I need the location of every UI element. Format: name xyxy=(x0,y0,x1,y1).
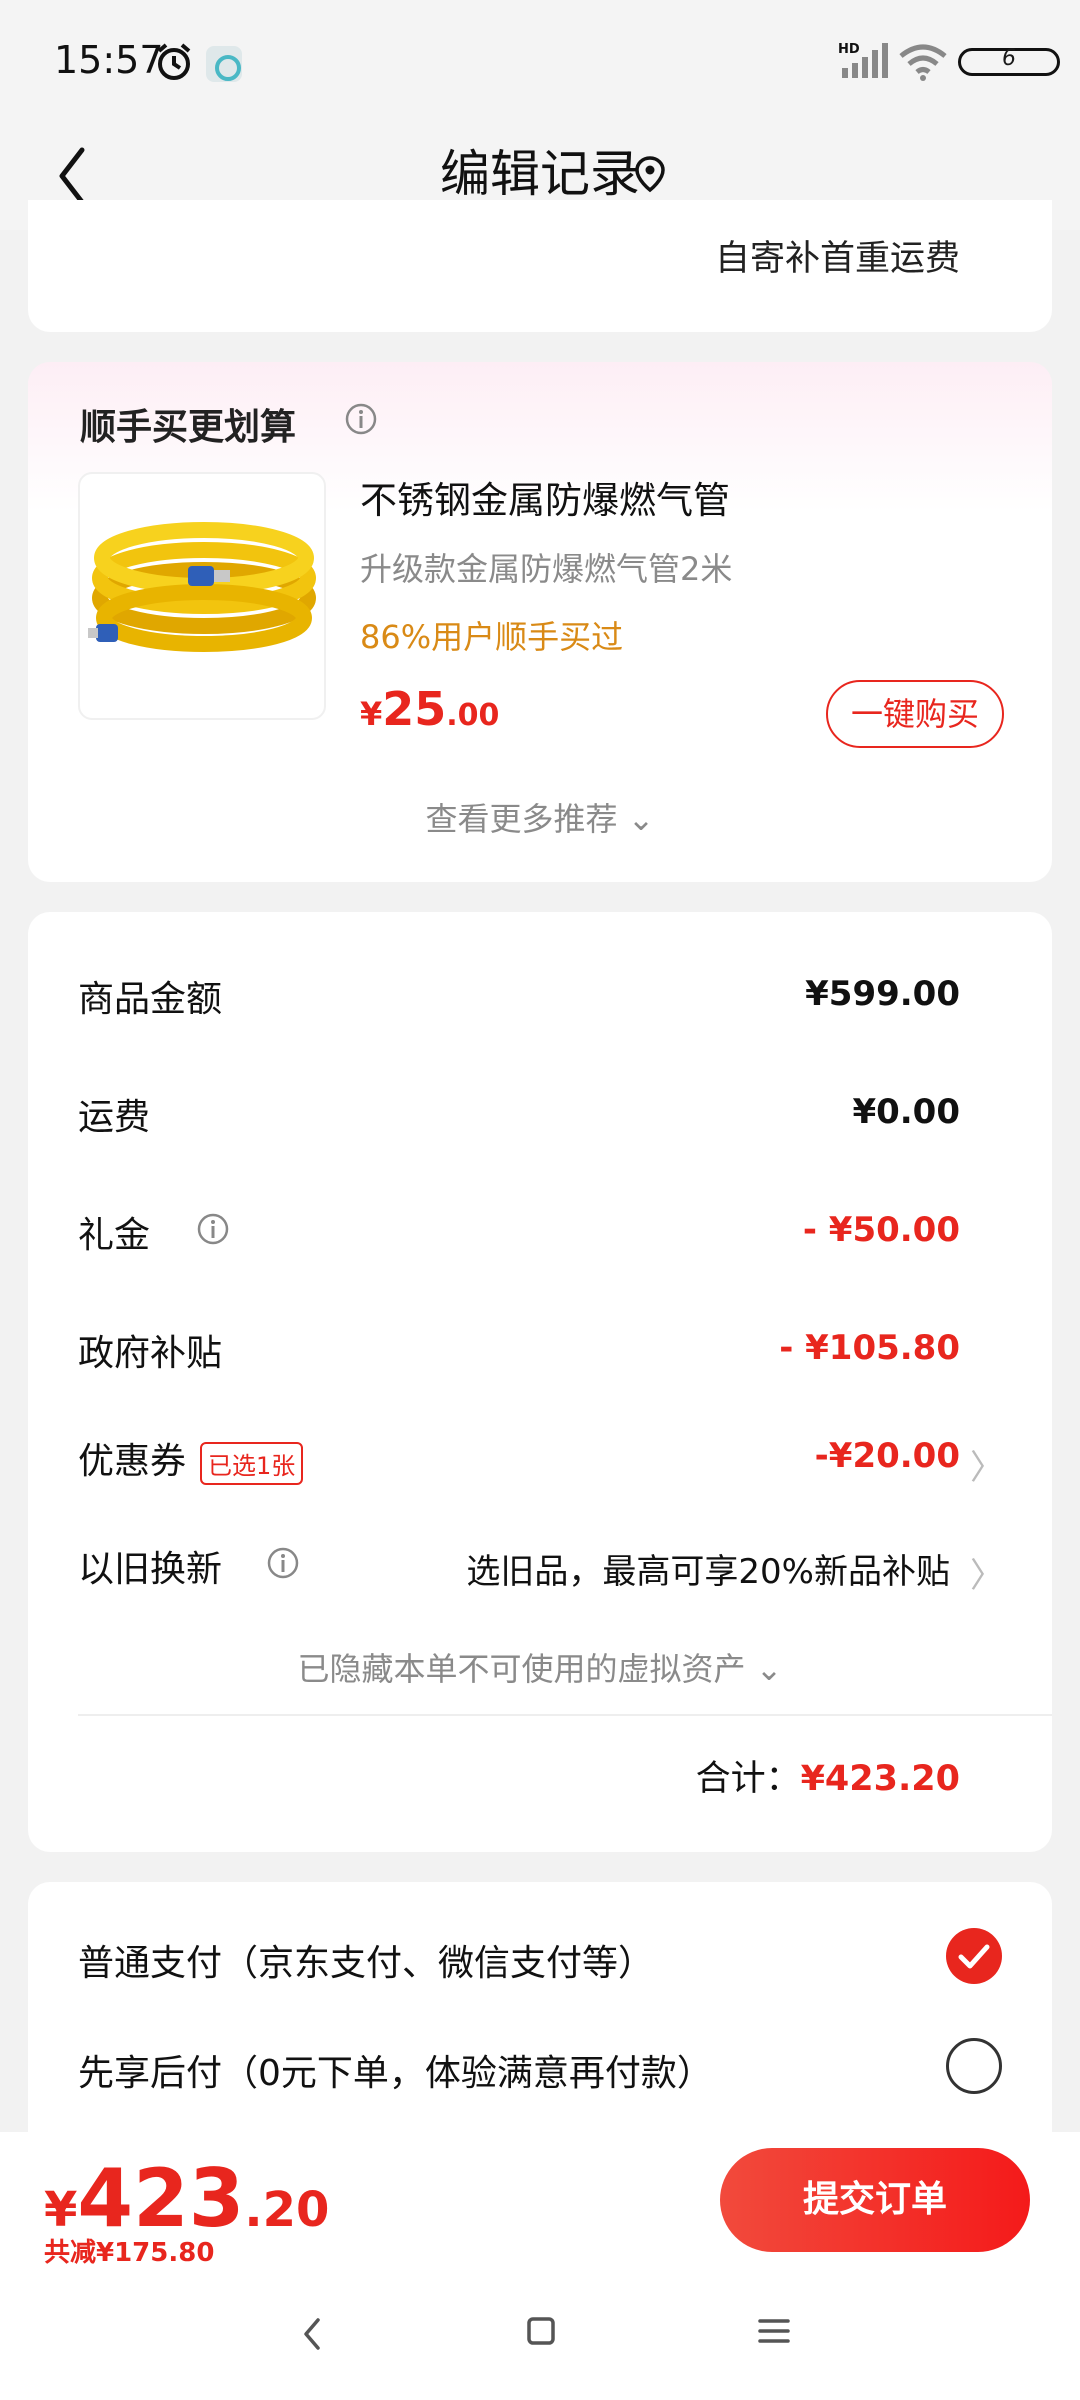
shipping-note: 自寄补首重运费 xyxy=(714,239,960,279)
row-value: ¥0.00 xyxy=(852,1092,960,1132)
gas-hose-icon xyxy=(88,522,316,652)
row-label: 优惠券 已选1张 xyxy=(78,1432,304,1485)
product-price: ¥25.00 xyxy=(360,682,499,736)
checkmark-icon[interactable] xyxy=(946,1928,1002,1984)
product-name[interactable]: 不锈钢金属防爆燃气管 xyxy=(360,470,730,524)
system-nav-bar xyxy=(0,2290,1080,2400)
price-decimal: .20 xyxy=(244,2182,330,2238)
product-image[interactable] xyxy=(78,472,326,720)
info-icon[interactable] xyxy=(266,1546,300,1584)
location-pin-icon[interactable] xyxy=(632,154,668,198)
wifi-icon xyxy=(898,42,948,86)
battery-level: 6 xyxy=(1002,46,1016,71)
coupon-badge: 已选1张 xyxy=(200,1441,304,1485)
price-integer: 25 xyxy=(382,682,447,736)
summary-row-gov-subsidy: 政府补贴 - ¥105.80 xyxy=(78,1324,960,1384)
chevron-right-icon: 〉 xyxy=(970,1556,1004,1596)
recommendation-title: 顺手买更划算 xyxy=(80,407,297,448)
nav-back-icon[interactable] xyxy=(300,2312,324,2360)
battery-icon: 6 xyxy=(958,46,1060,76)
price-currency: ¥ xyxy=(360,695,383,733)
row-value: -¥20.00 xyxy=(814,1436,960,1476)
signal-icon: HD xyxy=(838,40,888,84)
row-label: 商品金额 xyxy=(78,979,223,1020)
total-label: 合计： xyxy=(695,1759,801,1799)
row-label: 政府补贴 xyxy=(78,1333,223,1374)
price-currency: ¥ xyxy=(44,2182,78,2238)
chevron-right-icon: 〉 xyxy=(970,1448,1004,1488)
product-subtitle: 升级款金属防爆燃气管2米 xyxy=(360,550,733,588)
row-value: - ¥105.80 xyxy=(779,1328,960,1368)
payment-option-normal[interactable]: 普通支付（京东支付、微信支付等） xyxy=(78,1934,654,1986)
one-click-buy-button[interactable]: 一键购买 xyxy=(826,680,1004,748)
shipping-card: 自寄补首重运费 xyxy=(28,200,1052,332)
more-recommendations-link[interactable]: 查看更多推荐 ⌄ xyxy=(28,794,1052,840)
summary-row-goods-amount: 商品金额 ¥599.00 xyxy=(78,970,960,1030)
divider xyxy=(78,1714,1052,1716)
row-value: 选旧品，最高可享20%新品补贴 xyxy=(466,1552,950,1592)
payment-option-pay-later[interactable]: 先享后付（0元下单，体验满意再付款） xyxy=(78,2044,713,2096)
status-time: 15:57 xyxy=(54,38,164,82)
summary-total: 合计：¥423.20 xyxy=(696,1750,960,1801)
summary-row-shipping: 运费 ¥0.00 xyxy=(78,1088,960,1148)
page-title: 编辑记录 xyxy=(440,145,640,203)
svg-text:HD: HD xyxy=(838,42,860,57)
nav-menu-icon[interactable] xyxy=(758,2316,790,2350)
submit-order-button[interactable]: 提交订单 xyxy=(720,2148,1030,2252)
total-amount: ¥423.20 xyxy=(800,1759,960,1799)
coupon-label: 优惠券 xyxy=(78,1441,187,1482)
hidden-assets-toggle[interactable]: 已隐藏本单不可使用的虚拟资产 ⌄ xyxy=(28,1644,1052,1690)
summary-row-gift-money: 礼金 - ¥50.00 xyxy=(78,1206,960,1266)
info-icon[interactable] xyxy=(344,402,378,440)
row-value: - ¥50.00 xyxy=(802,1210,960,1250)
status-bar: 15:57 HD 6 xyxy=(0,0,1080,120)
radio-unchecked-icon[interactable] xyxy=(946,2038,1002,2094)
recommendation-card: 顺手买更划算 不锈钢金属防爆燃气管 升级款金属防爆燃气管2米 86%用户顺手买过… xyxy=(28,362,1052,882)
alarm-icon xyxy=(154,42,194,86)
order-summary-card: 商品金额 ¥599.00 运费 ¥0.00 礼金 - ¥50.00 政府补贴 -… xyxy=(28,912,1052,1852)
summary-row-trade-in[interactable]: 以旧换新 选旧品，最高可享20%新品补贴 〉 xyxy=(78,1540,1004,1600)
nav-home-icon[interactable] xyxy=(526,2316,556,2350)
row-label: 以旧换新 xyxy=(78,1549,223,1590)
info-icon[interactable] xyxy=(196,1212,230,1250)
app-notification-icon xyxy=(206,46,242,82)
total-discount: 共减¥175.80 xyxy=(44,2238,215,2268)
product-social-proof: 86%用户顺手买过 xyxy=(360,618,624,656)
row-value: ¥599.00 xyxy=(805,974,960,1014)
price-decimal: .00 xyxy=(446,698,500,733)
row-label: 礼金 xyxy=(78,1215,151,1256)
row-label: 运费 xyxy=(78,1097,151,1138)
summary-row-coupon[interactable]: 优惠券 已选1张 -¥20.00 〉 xyxy=(78,1432,1004,1492)
